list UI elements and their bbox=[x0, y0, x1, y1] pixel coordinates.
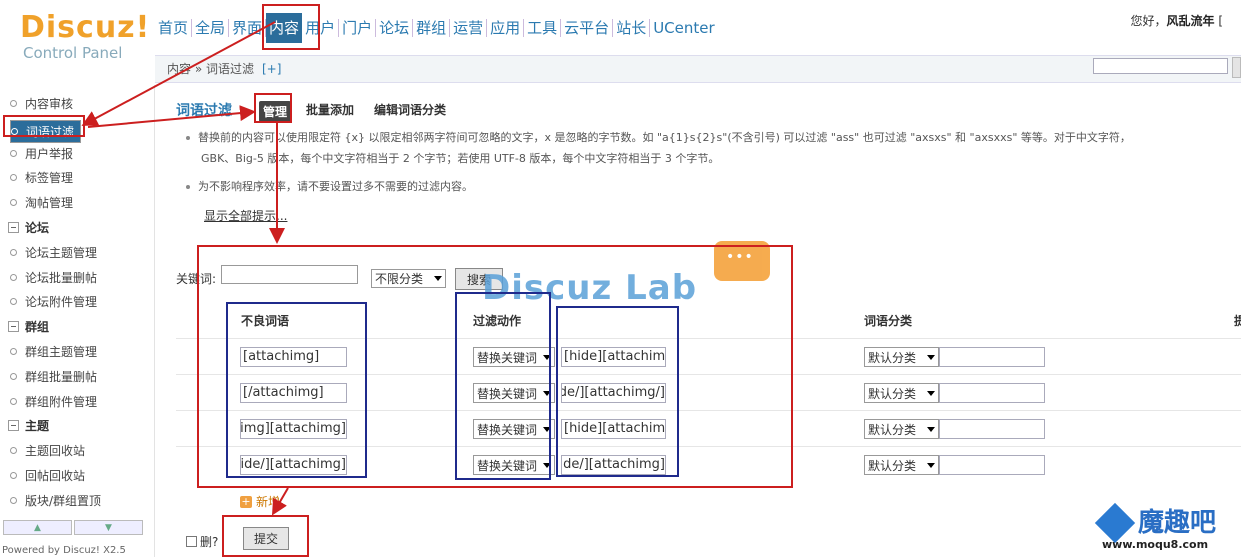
arrow-nav-to-sidebar bbox=[81, 21, 276, 126]
arrow-sidebar-to-tab bbox=[87, 105, 256, 128]
arrow-table-to-submit bbox=[271, 487, 289, 516]
annotation-arrows bbox=[81, 21, 289, 516]
screenshot-root: { "logo": {"brand": "Discuz!", "subtitle… bbox=[0, 0, 1241, 557]
